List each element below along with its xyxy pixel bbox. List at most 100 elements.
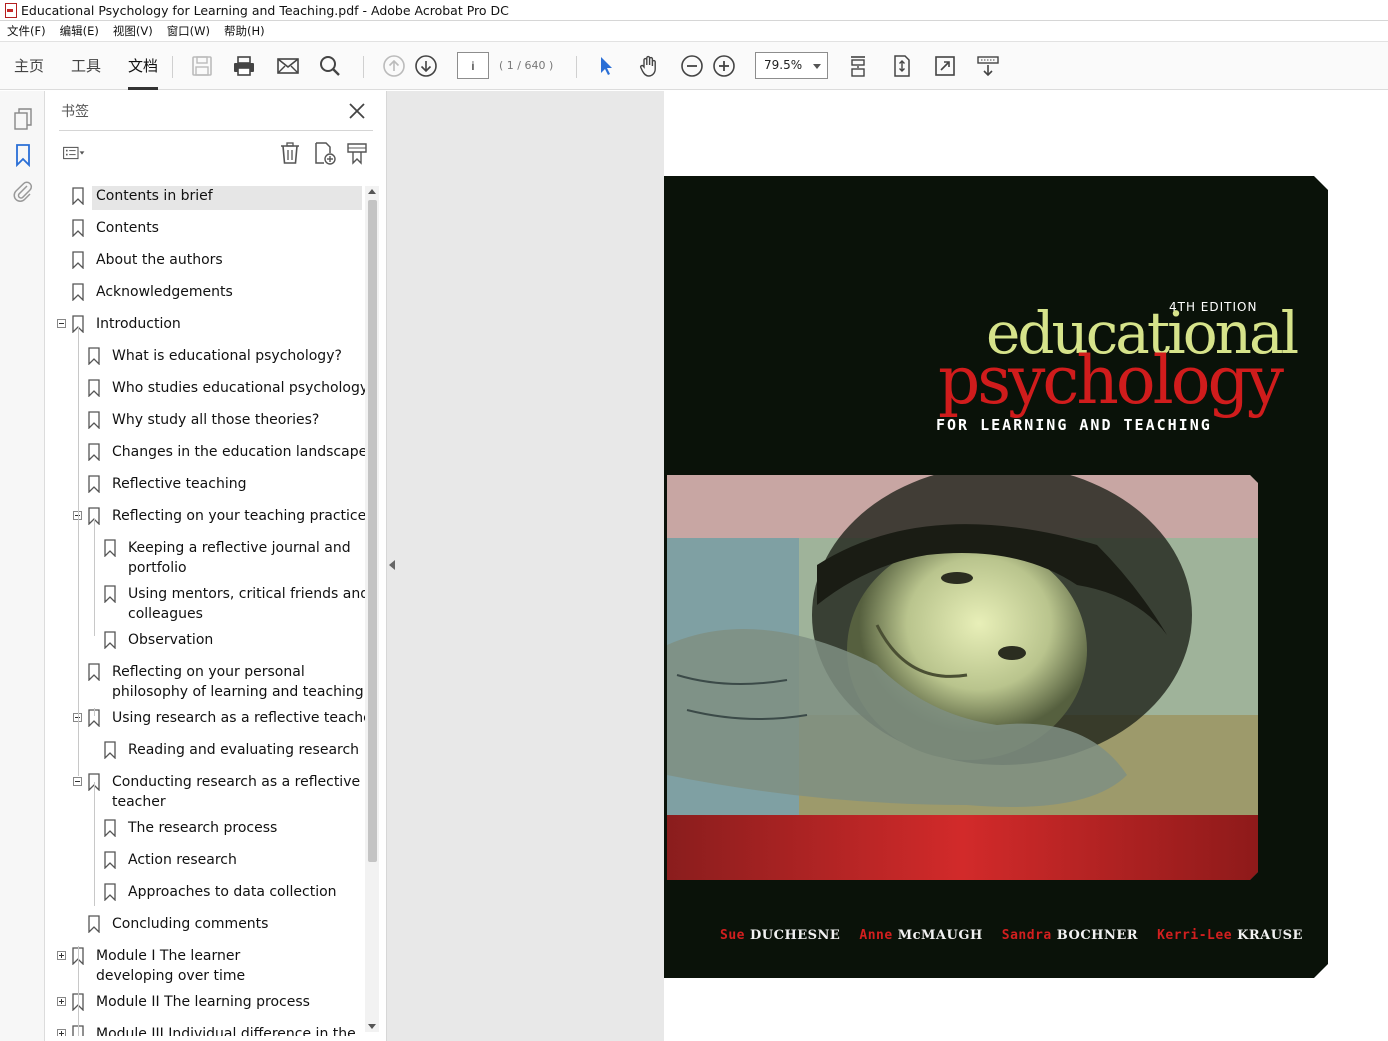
bookmark-label: Reflecting on your personal bbox=[112, 664, 305, 680]
bookmark-flag-icon bbox=[88, 475, 100, 493]
bookmark-label: developing over time bbox=[96, 968, 246, 984]
menu-help[interactable]: 帮助(H) bbox=[224, 23, 265, 39]
zoom-in-icon[interactable] bbox=[711, 53, 737, 79]
close-icon[interactable] bbox=[346, 100, 368, 122]
menu-window[interactable]: 窗口(W) bbox=[167, 23, 210, 39]
hand-icon[interactable] bbox=[636, 53, 662, 79]
new-bookmark-icon[interactable] bbox=[312, 141, 336, 165]
read-mode-icon[interactable] bbox=[975, 53, 1001, 79]
bookmark-flag-icon bbox=[104, 539, 116, 557]
bookmark-label: Module I The learner bbox=[96, 948, 241, 964]
tab-document[interactable]: 文档 bbox=[128, 42, 159, 90]
bookmark-flag-icon bbox=[88, 379, 100, 397]
bookmarks-panel: 书签 Contents in brief Contents About the au… bbox=[45, 91, 387, 1041]
menu-view[interactable]: 视图(V) bbox=[113, 23, 153, 39]
scroll-down-icon[interactable] bbox=[368, 1024, 376, 1029]
author-last-name: BOCHNER bbox=[1056, 928, 1139, 943]
tree-connector bbox=[94, 782, 95, 906]
bookmark-settings-icon[interactable] bbox=[345, 141, 369, 165]
bookmark-label: Introduction bbox=[96, 316, 181, 332]
author-first-name: Anne bbox=[859, 928, 893, 943]
fit-page-icon[interactable] bbox=[889, 53, 915, 79]
select-cursor-icon[interactable] bbox=[593, 53, 619, 79]
email-icon[interactable] bbox=[275, 53, 301, 79]
panel-divider bbox=[59, 130, 373, 131]
toolbar-separator bbox=[363, 56, 364, 78]
expand-icon[interactable] bbox=[57, 951, 66, 960]
tree-connector bbox=[78, 946, 79, 1036]
bookmark-label: Contents in brief bbox=[96, 188, 213, 204]
author-last-name: KRAUSE bbox=[1237, 928, 1303, 943]
bookmark-tree: Contents in brief Contents About the autho… bbox=[55, 186, 365, 1036]
bookmark-scrollbar[interactable] bbox=[365, 186, 379, 1032]
bookmark-flag-icon bbox=[104, 741, 116, 759]
tab-tools[interactable]: 工具 bbox=[71, 42, 101, 90]
author-first-name: Sue bbox=[720, 928, 745, 943]
tree-connector bbox=[94, 518, 95, 636]
menu-bar: 文件(F) 编辑(E) 视图(V) 窗口(W) 帮助(H) bbox=[0, 21, 1388, 42]
bookmark-flag-icon bbox=[72, 219, 84, 237]
bookmark-flag-icon bbox=[88, 915, 100, 933]
panel-title: 书签 bbox=[61, 104, 89, 120]
search-icon[interactable] bbox=[317, 53, 343, 79]
author-first-name: Kerri-Lee bbox=[1157, 928, 1233, 943]
author-last-name: McMAUGH bbox=[897, 928, 983, 943]
bookmark-label: The research process bbox=[128, 820, 278, 836]
title-bar: Educational Psychology for Learning and … bbox=[0, 0, 1388, 21]
zoom-dropdown[interactable]: 79.5% bbox=[755, 52, 828, 79]
expand-icon[interactable] bbox=[57, 997, 66, 1006]
bookmark-label: Using mentors, critical friends and bbox=[128, 586, 365, 602]
expand-icon[interactable] bbox=[57, 1029, 66, 1036]
attachment-icon[interactable] bbox=[11, 179, 35, 203]
bookmark-flag-icon bbox=[88, 411, 100, 429]
bookmark-label: Module II The learning process bbox=[96, 994, 310, 1010]
tree-connector bbox=[94, 708, 95, 716]
bookmark-label: About the authors bbox=[96, 252, 223, 268]
options-menu-icon[interactable] bbox=[62, 141, 86, 165]
bookmark-flag-icon bbox=[104, 851, 116, 869]
prev-page-icon[interactable] bbox=[381, 53, 407, 79]
bookmark-flag-icon bbox=[88, 347, 100, 365]
scrollbar-thumb[interactable] bbox=[368, 200, 377, 862]
window-title: Educational Psychology for Learning and … bbox=[21, 2, 509, 18]
delete-icon[interactable] bbox=[278, 141, 302, 165]
page-number-input[interactable] bbox=[457, 52, 489, 79]
print-icon[interactable] bbox=[231, 53, 257, 79]
zoom-value: 79.5% bbox=[764, 58, 803, 72]
bookmark-label: Keeping a reflective journal and bbox=[128, 540, 351, 556]
cover-photo bbox=[667, 475, 1258, 880]
bookmark-label: Observation bbox=[128, 632, 214, 648]
bookmark-label: What is educational psychology? bbox=[112, 348, 342, 364]
tab-home[interactable]: 主页 bbox=[14, 42, 44, 90]
bookmark-flag-icon bbox=[88, 443, 100, 461]
acrobat-app-icon bbox=[4, 3, 17, 18]
bookmark-flag-icon bbox=[104, 819, 116, 837]
collapse-panel-icon[interactable] bbox=[389, 560, 395, 570]
bookmark-flag-icon bbox=[72, 187, 84, 205]
bookmark-label: Acknowledgements bbox=[96, 284, 233, 300]
bookmark-icon[interactable] bbox=[11, 143, 35, 167]
cover-authors: Sue DUCHESNE Anne McMAUGH Sandra BOCHNER… bbox=[720, 928, 1303, 943]
bookmark-label: Who studies educational psychology? bbox=[112, 380, 365, 396]
collapse-icon[interactable] bbox=[73, 777, 82, 786]
toolbar-separator bbox=[172, 56, 173, 78]
save-icon[interactable] bbox=[189, 53, 215, 79]
bookmark-flag-icon bbox=[104, 585, 116, 603]
bookmark-label: Concluding comments bbox=[112, 916, 269, 932]
zoom-out-icon[interactable] bbox=[679, 53, 705, 79]
bookmark-label: portfolio bbox=[128, 560, 187, 576]
fullscreen-icon[interactable] bbox=[932, 53, 958, 79]
menu-file[interactable]: 文件(F) bbox=[7, 23, 46, 39]
chevron-down-icon bbox=[813, 64, 821, 69]
author-last-name: DUCHESNE bbox=[750, 928, 841, 943]
next-page-icon[interactable] bbox=[413, 53, 439, 79]
pages-icon[interactable] bbox=[11, 107, 35, 131]
scroll-mode-icon[interactable] bbox=[845, 53, 871, 79]
bookmark-label: Reading and evaluating research bbox=[128, 742, 360, 758]
collapse-icon[interactable] bbox=[57, 319, 66, 328]
scroll-up-icon[interactable] bbox=[368, 189, 376, 194]
bookmark-label: Contents bbox=[96, 220, 159, 236]
bookmark-label: colleagues bbox=[128, 606, 203, 622]
menu-edit[interactable]: 编辑(E) bbox=[60, 23, 99, 39]
bookmark-label: Reflective teaching bbox=[112, 476, 247, 492]
